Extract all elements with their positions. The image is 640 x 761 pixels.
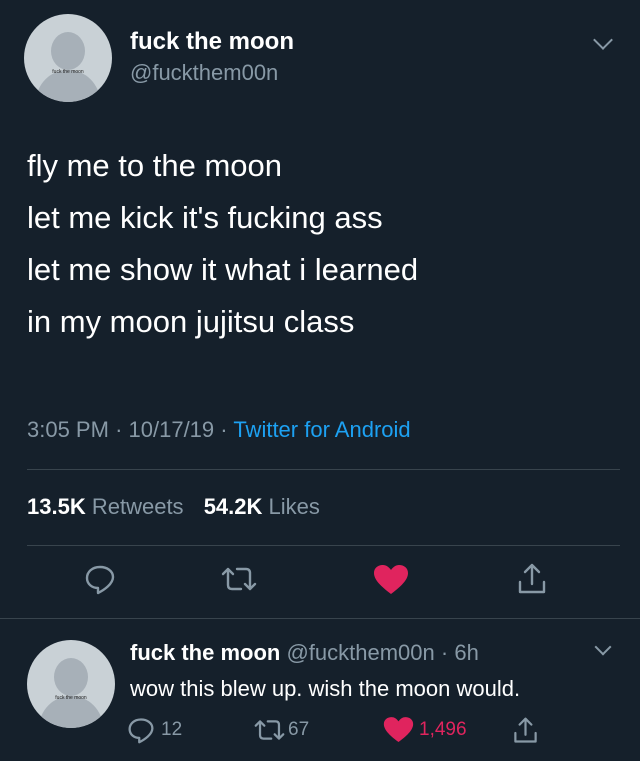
chevron-down-icon[interactable] bbox=[593, 30, 613, 50]
reply-author-name[interactable]: fuck the moon bbox=[130, 640, 280, 665]
avatar-caption: fuck the moon bbox=[52, 69, 84, 75]
tweet-body: fly me to the moon let me kick it's fuck… bbox=[27, 140, 418, 348]
reply-author-handle[interactable]: @fuckthem00n bbox=[286, 640, 434, 665]
likes-label: Likes bbox=[268, 494, 320, 519]
tweet-meta: 3:05 PM · 10/17/19 · Twitter for Android bbox=[27, 417, 411, 443]
heart-filled-icon bbox=[383, 717, 414, 743]
tweet-line: let me show it what i learned bbox=[27, 252, 419, 287]
reply-author-avatar[interactable]: fuck the moon bbox=[27, 640, 115, 728]
divider bbox=[27, 545, 620, 546]
meta-separator: · bbox=[115, 417, 123, 442]
meta-separator: · bbox=[220, 417, 228, 442]
retweet-arrows-icon bbox=[254, 720, 285, 740]
chevron-down-icon[interactable] bbox=[594, 638, 612, 656]
avatar-silhouette-head bbox=[54, 658, 88, 696]
likes-count: 54.2K bbox=[203, 494, 263, 519]
share-upload-icon bbox=[514, 717, 537, 743]
tweet-line: fly me to the moon bbox=[27, 148, 283, 183]
author-name[interactable]: fuck the moon bbox=[130, 28, 294, 56]
share-upload-icon[interactable] bbox=[516, 562, 548, 596]
tweet-stats: 13.5K Retweets 54.2K Likes bbox=[27, 494, 334, 520]
divider bbox=[0, 618, 640, 619]
divider bbox=[27, 469, 620, 470]
reply-time: 6h bbox=[454, 640, 479, 665]
heart-filled-icon[interactable] bbox=[373, 564, 409, 596]
reply-text: wow this blew up. wish the moon would. bbox=[130, 676, 521, 701]
reply-bubble-icon[interactable] bbox=[84, 563, 116, 595]
author-avatar[interactable]: fuck the moon bbox=[24, 14, 112, 102]
retweets-stat[interactable]: 13.5K Retweets bbox=[27, 494, 198, 519]
avatar-caption: fuck the moon bbox=[55, 695, 87, 701]
tweet-line: let me kick it's fucking ass bbox=[27, 200, 383, 235]
tweet-date: 10/17/19 bbox=[128, 417, 215, 442]
author-handle[interactable]: @fuckthem00n bbox=[130, 60, 278, 86]
tweet-screen: fuck the moon fuck the moon @fuckthem00n… bbox=[0, 0, 640, 761]
meta-separator: · bbox=[440, 640, 449, 665]
retweets-label: Retweets bbox=[91, 494, 184, 519]
tweet-line: in my moon jujitsu class bbox=[27, 304, 355, 339]
likes-stat[interactable]: 54.2K Likes bbox=[204, 494, 334, 519]
avatar-silhouette-head bbox=[51, 32, 85, 70]
reply-header: fuck the moon @fuckthem00n · 6h bbox=[130, 640, 479, 666]
reply-reply-count: 12 bbox=[161, 719, 183, 740]
reply-like-count: 1,496 bbox=[419, 719, 467, 740]
reply-bubble-icon bbox=[128, 718, 154, 744]
tweet-time: 3:05 PM bbox=[27, 417, 109, 442]
retweets-count: 13.5K bbox=[27, 494, 86, 519]
tweet-source-link[interactable]: Twitter for Android bbox=[233, 417, 410, 442]
retweet-arrows-icon[interactable] bbox=[221, 563, 257, 595]
reply-retweet-count: 67 bbox=[288, 719, 310, 740]
